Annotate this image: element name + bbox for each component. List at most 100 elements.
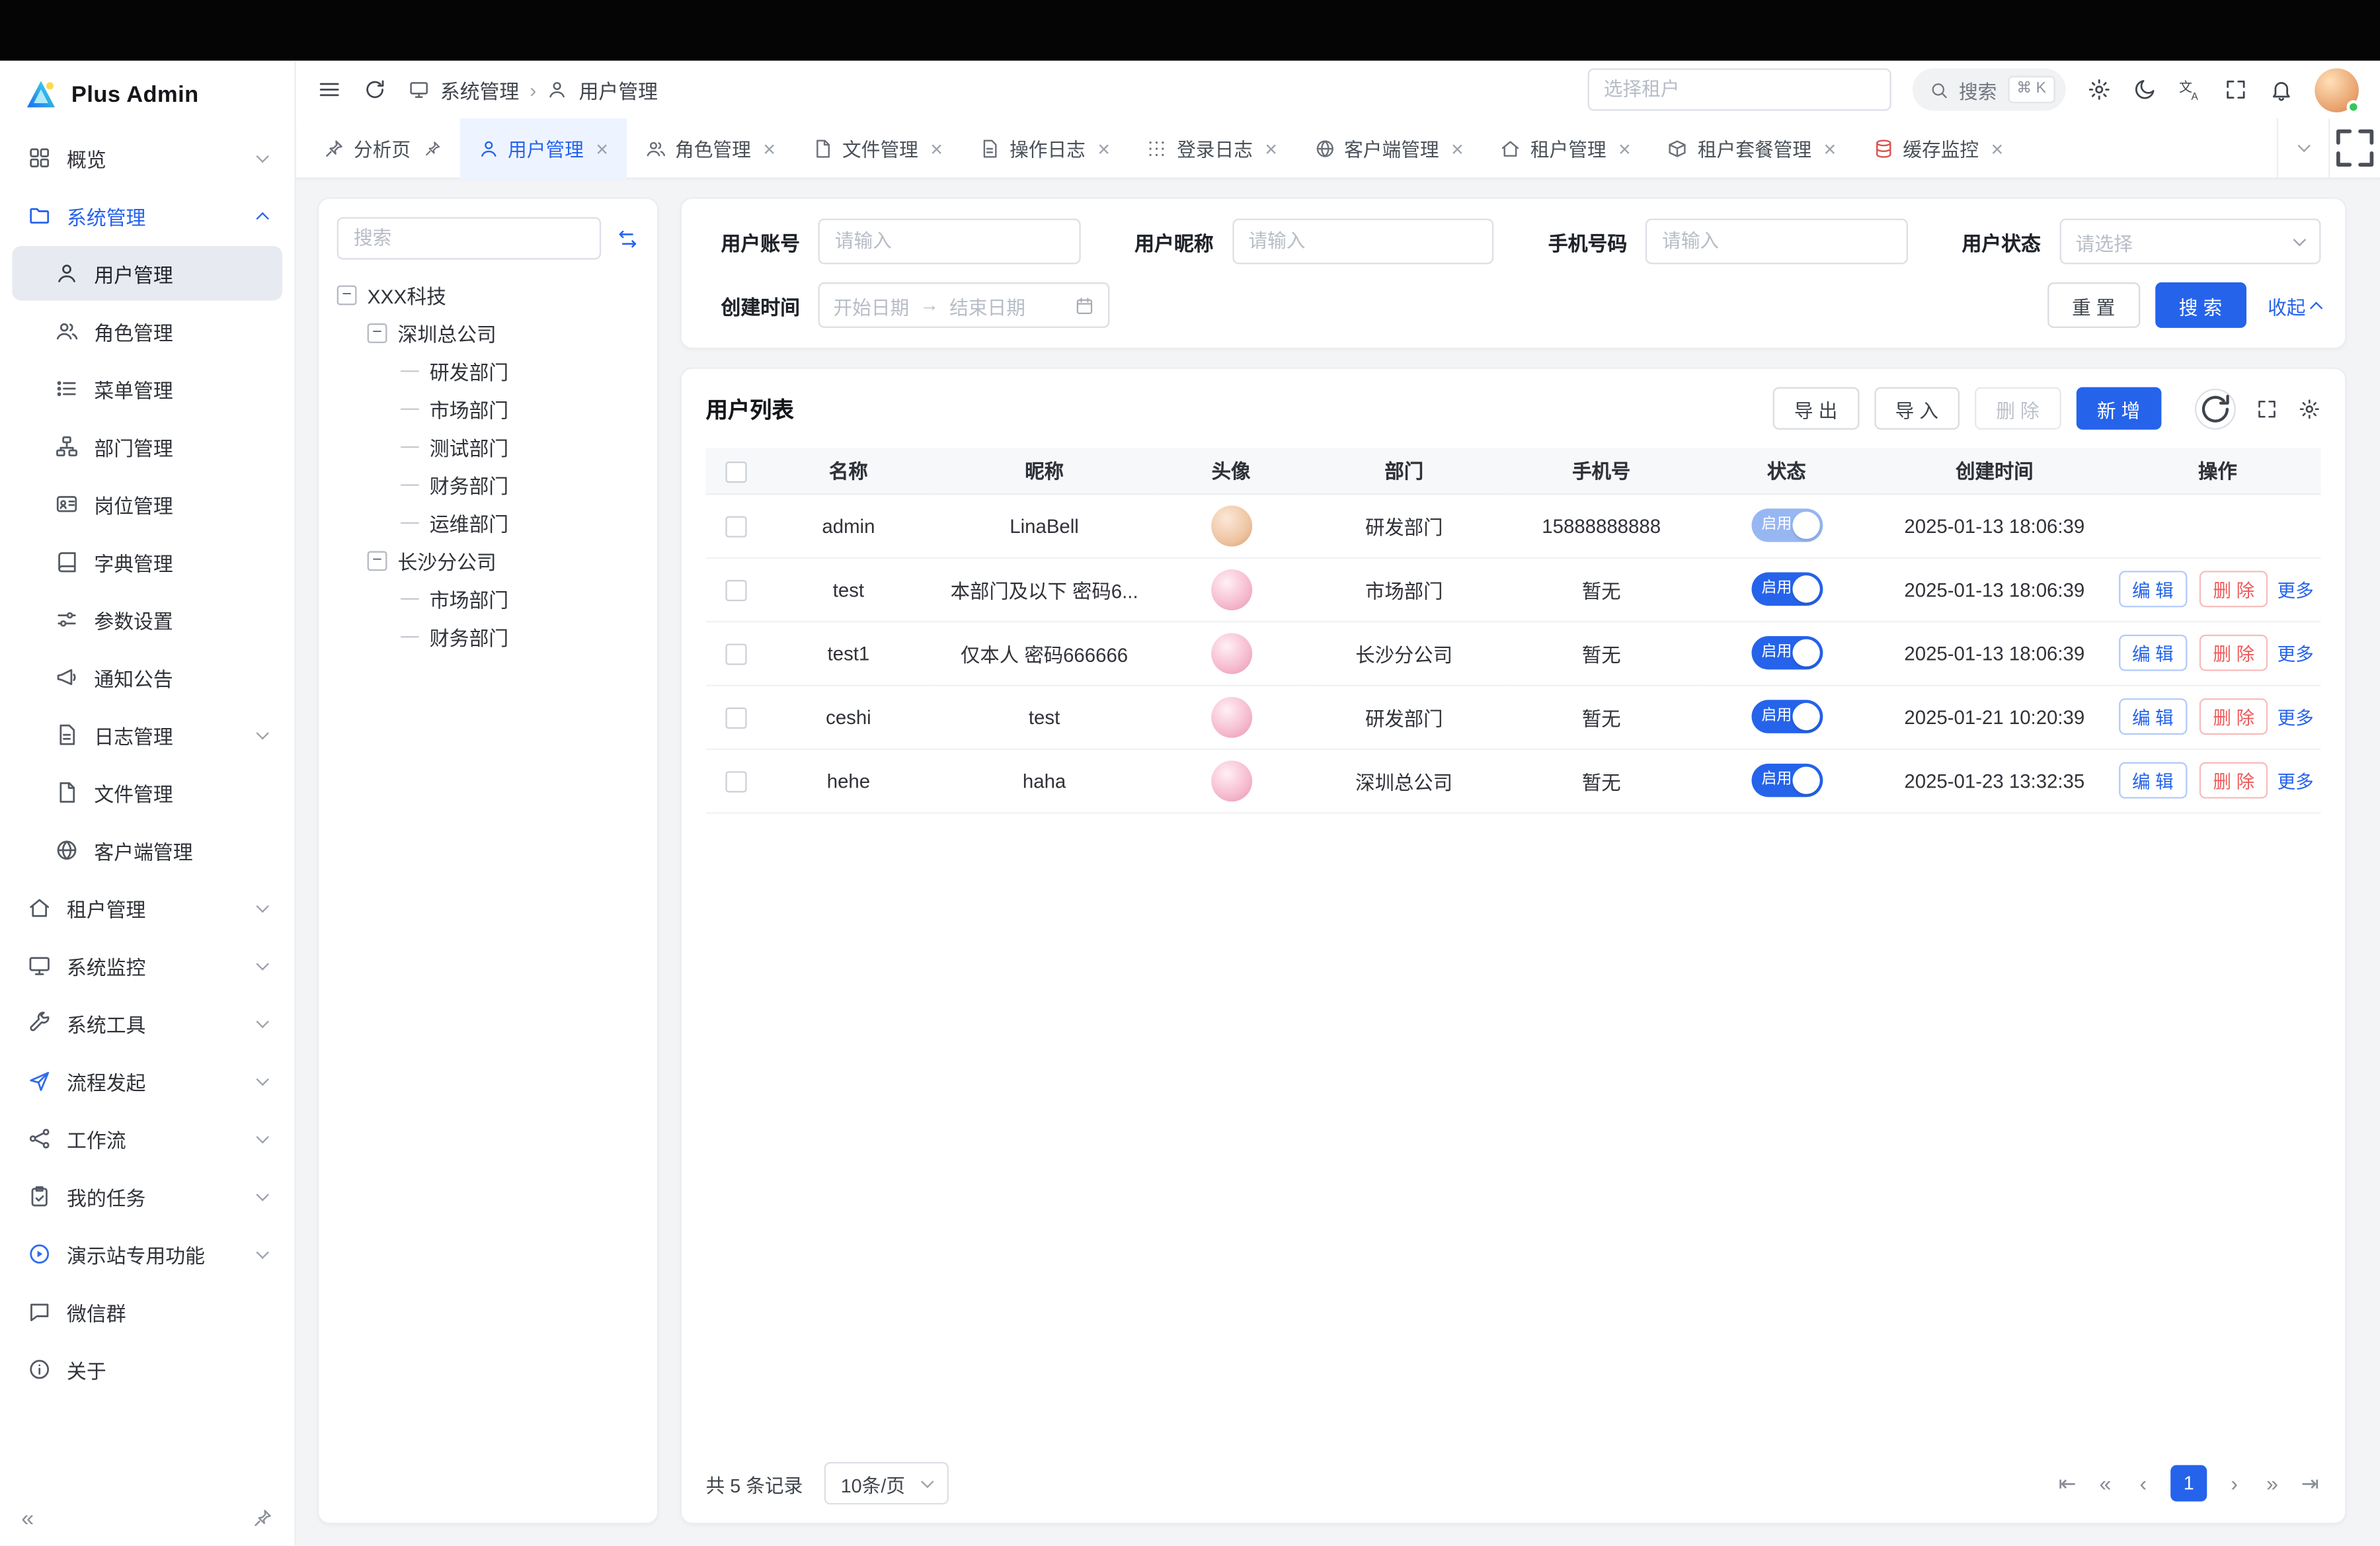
tenant-select-input[interactable] bbox=[1587, 68, 1890, 110]
sidebar-item-about[interactable]: 关于 bbox=[12, 1342, 282, 1397]
more-row-button[interactable]: 更多 bbox=[2274, 762, 2317, 799]
more-row-button[interactable]: 更多 bbox=[2274, 571, 2317, 607]
status-toggle[interactable]: 启用 bbox=[1751, 509, 1822, 542]
delete-button[interactable]: 删 除 bbox=[1975, 387, 2061, 429]
tree-node[interactable]: −深圳总公司 bbox=[337, 314, 639, 352]
sidebar-item-demo[interactable]: 演示站专用功能 bbox=[12, 1227, 282, 1282]
status-select[interactable]: 请选择 bbox=[2059, 219, 2320, 264]
tree-node[interactable]: 市场部门 bbox=[337, 390, 639, 428]
next-pages-button[interactable]: » bbox=[2262, 1473, 2283, 1494]
page-size-select[interactable]: 10条/页 bbox=[824, 1462, 949, 1504]
close-icon[interactable]: × bbox=[763, 138, 775, 159]
tab-fullscreen-button[interactable] bbox=[2328, 118, 2380, 178]
tree-node[interactable]: 研发部门 bbox=[337, 352, 639, 390]
tab-files[interactable]: 文件管理× bbox=[794, 118, 961, 179]
fullscreen-icon[interactable] bbox=[2224, 77, 2248, 102]
tree-node[interactable]: 运维部门 bbox=[337, 504, 639, 542]
row-checkbox[interactable] bbox=[725, 580, 746, 601]
sidebar-item-wechat[interactable]: 微信群 bbox=[12, 1284, 282, 1339]
tree-node[interactable]: 测试部门 bbox=[337, 428, 639, 466]
close-icon[interactable]: × bbox=[1265, 138, 1277, 159]
export-button[interactable]: 导 出 bbox=[1773, 387, 1859, 429]
edit-row-button[interactable]: 编 辑 bbox=[2118, 635, 2187, 671]
tree-node[interactable]: −长沙分公司 bbox=[337, 542, 639, 580]
search-button[interactable]: 搜 索 bbox=[2155, 282, 2246, 328]
tree-node[interactable]: 财务部门 bbox=[337, 466, 639, 504]
table-refresh-icon[interactable] bbox=[2195, 388, 2236, 429]
tab-login-log[interactable]: 登录日志× bbox=[1129, 118, 1296, 179]
sidebar-item-system[interactable]: 系统管理 bbox=[12, 188, 282, 243]
sidebar-item-workflow[interactable]: 工作流 bbox=[12, 1112, 282, 1166]
more-row-button[interactable]: 更多 bbox=[2274, 698, 2317, 735]
edit-row-button[interactable]: 编 辑 bbox=[2118, 762, 2187, 799]
delete-row-button[interactable]: 删 除 bbox=[2200, 762, 2268, 799]
delete-row-button[interactable]: 删 除 bbox=[2200, 698, 2268, 735]
delete-row-button[interactable]: 删 除 bbox=[2200, 571, 2268, 607]
nickname-input[interactable] bbox=[1232, 219, 1493, 264]
dark-mode-icon[interactable] bbox=[2133, 77, 2157, 102]
prev-pages-button[interactable]: « bbox=[2094, 1473, 2116, 1494]
close-icon[interactable]: × bbox=[1097, 138, 1110, 159]
edit-row-button[interactable]: 编 辑 bbox=[2118, 571, 2187, 607]
sidebar-item-files[interactable]: 文件管理 bbox=[12, 765, 282, 820]
close-icon[interactable]: × bbox=[596, 138, 608, 159]
sidebar-item-tenants[interactable]: 租户管理 bbox=[12, 881, 282, 936]
sidebar-item-users[interactable]: 用户管理 bbox=[12, 246, 282, 301]
tab-clients[interactable]: 客户端管理× bbox=[1296, 118, 1482, 179]
table-fullscreen-icon[interactable] bbox=[2256, 397, 2278, 419]
tree-node[interactable]: −XXX科技 bbox=[337, 276, 639, 314]
sidebar-item-parameters[interactable]: 参数设置 bbox=[12, 592, 282, 647]
sidebar-item-clients[interactable]: 客户端管理 bbox=[12, 823, 282, 877]
tree-collapse-icon[interactable]: − bbox=[337, 286, 357, 305]
reset-button[interactable]: 重 置 bbox=[2047, 282, 2139, 328]
hamburger-icon[interactable] bbox=[317, 77, 342, 102]
close-icon[interactable]: × bbox=[930, 138, 943, 159]
next-page-button[interactable]: › bbox=[2224, 1473, 2245, 1494]
edit-row-button[interactable]: 编 辑 bbox=[2118, 698, 2187, 735]
sidebar-item-tools[interactable]: 系统工具 bbox=[12, 996, 282, 1051]
tab-analysis[interactable]: 分析页 bbox=[305, 118, 459, 179]
sidebar-item-dictionary[interactable]: 字典管理 bbox=[12, 534, 282, 589]
tree-search-input[interactable] bbox=[337, 217, 601, 259]
import-button[interactable]: 导 入 bbox=[1874, 387, 1960, 429]
tab-users[interactable]: 用户管理× bbox=[459, 118, 627, 179]
close-icon[interactable]: × bbox=[1451, 138, 1464, 159]
sidebar-item-menus[interactable]: 菜单管理 bbox=[12, 361, 282, 416]
tab-tenants[interactable]: 租户管理× bbox=[1482, 118, 1649, 179]
breadcrumb-item[interactable]: 用户管理 bbox=[579, 75, 658, 104]
close-icon[interactable]: × bbox=[1991, 138, 2003, 159]
bell-icon[interactable] bbox=[2269, 77, 2293, 102]
sidebar-item-monitor[interactable]: 系统监控 bbox=[12, 938, 282, 993]
last-page-button[interactable]: ⇥ bbox=[2299, 1473, 2320, 1494]
sidebar-item-overview[interactable]: 概览 bbox=[12, 130, 282, 185]
tree-node[interactable]: 财务部门 bbox=[337, 618, 639, 655]
user-avatar[interactable] bbox=[2315, 67, 2359, 112]
close-icon[interactable]: × bbox=[1618, 138, 1631, 159]
current-page-button[interactable]: 1 bbox=[2170, 1465, 2207, 1502]
delete-row-button[interactable]: 删 除 bbox=[2200, 635, 2268, 671]
sidebar-item-departments[interactable]: 部门管理 bbox=[12, 419, 282, 474]
refresh-icon[interactable] bbox=[363, 77, 387, 102]
first-page-button[interactable]: ⇤ bbox=[2057, 1473, 2078, 1494]
sidebar-item-posts[interactable]: 岗位管理 bbox=[12, 477, 282, 532]
row-checkbox[interactable] bbox=[725, 771, 746, 792]
status-toggle[interactable]: 启用 bbox=[1751, 573, 1822, 606]
phone-input[interactable] bbox=[1646, 219, 1907, 264]
row-checkbox[interactable] bbox=[725, 643, 746, 665]
tab-tenant-packages[interactable]: 租户套餐管理× bbox=[1649, 118, 1854, 179]
sidebar-collapse-button[interactable]: « bbox=[21, 1507, 34, 1529]
tab-op-log[interactable]: 操作日志× bbox=[961, 118, 1129, 179]
row-checkbox[interactable] bbox=[725, 516, 746, 537]
gear-icon[interactable] bbox=[2087, 77, 2112, 102]
sidebar-item-roles[interactable]: 角色管理 bbox=[12, 304, 282, 358]
close-icon[interactable]: × bbox=[1823, 138, 1836, 159]
global-search-button[interactable]: 搜索 ⌘ K bbox=[1912, 68, 2066, 110]
pin-sidebar-icon[interactable] bbox=[252, 1508, 273, 1529]
tree-collapse-icon[interactable]: − bbox=[368, 551, 387, 571]
select-all-checkbox[interactable] bbox=[725, 461, 746, 482]
tree-refresh-icon[interactable] bbox=[616, 227, 639, 249]
sidebar-item-logs[interactable]: 日志管理 bbox=[12, 708, 282, 762]
table-settings-icon[interactable] bbox=[2298, 397, 2320, 419]
tab-roles[interactable]: 角色管理× bbox=[627, 118, 794, 179]
collapse-filters-link[interactable]: 收起 bbox=[2268, 291, 2320, 320]
